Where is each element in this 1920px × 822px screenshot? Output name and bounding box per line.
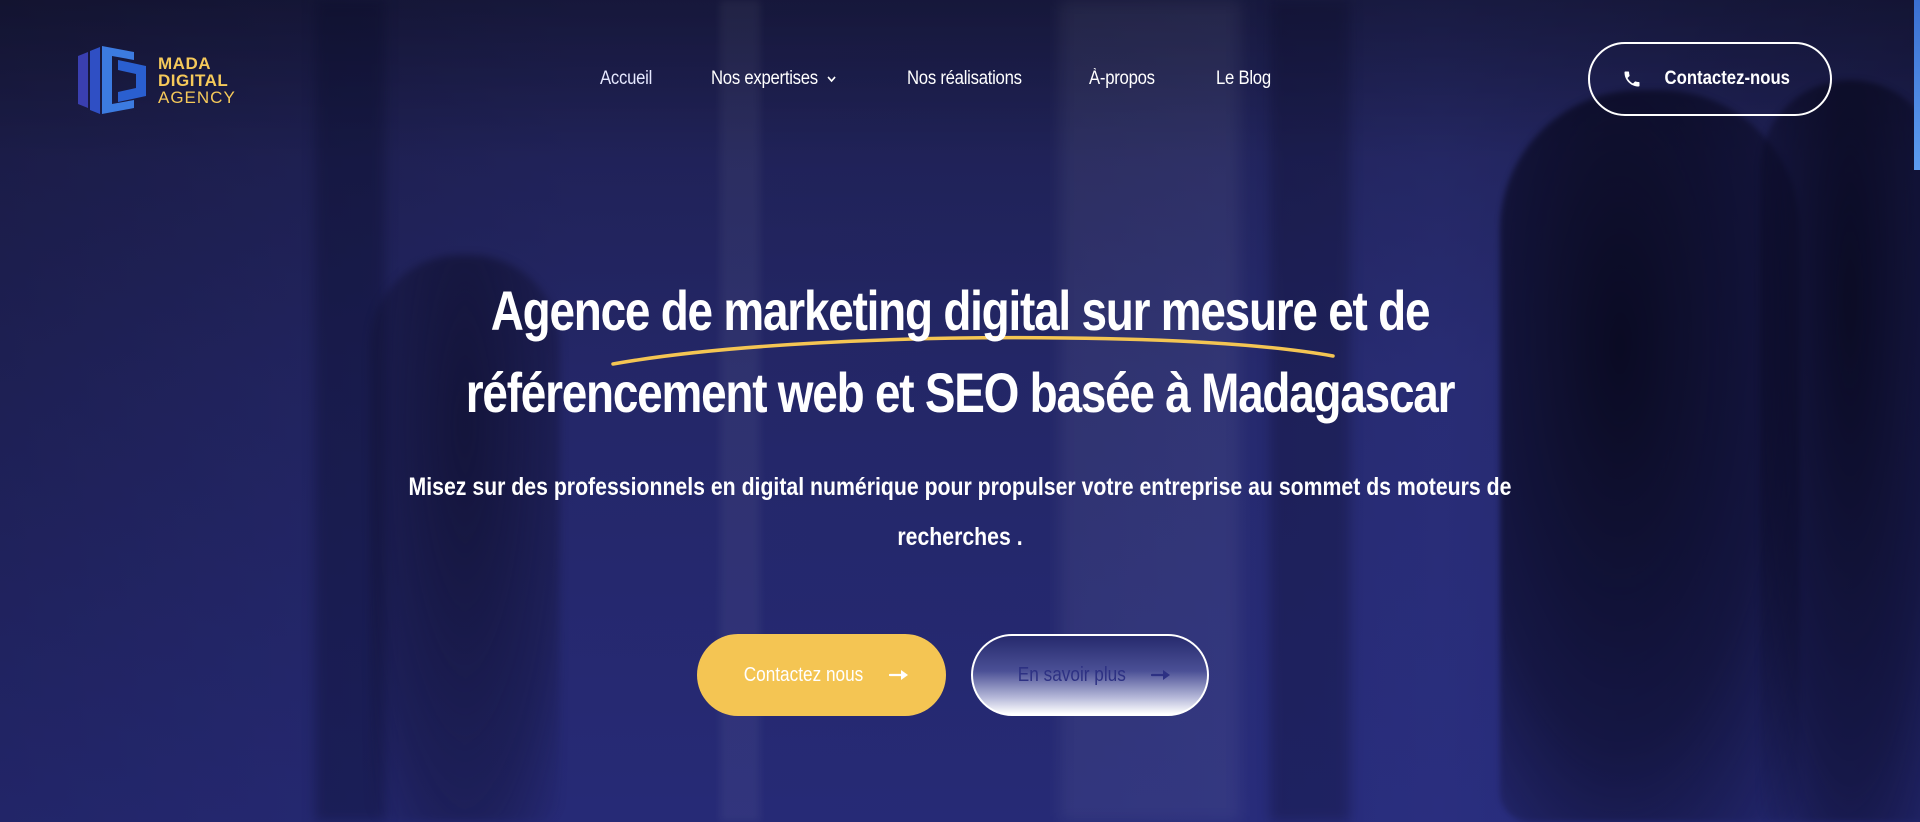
logo-text-line: AGENCY xyxy=(158,87,236,107)
hero-title-line: Agence de marketing digital sur mesure e… xyxy=(490,279,1431,342)
background-person-silhouette xyxy=(1760,80,1920,822)
main-nav: Accueil Nos expertises Nos réalisations … xyxy=(600,68,1330,90)
nav-item-accueil[interactable]: Accueil xyxy=(600,68,652,90)
contact-header-label: Contactez-nous xyxy=(1664,68,1790,89)
nav-item-label: Nos expertises xyxy=(711,68,819,89)
site-logo[interactable]: MADA DIGITAL AGENCY xyxy=(74,42,244,118)
contact-us-button[interactable]: Contactez nous xyxy=(697,634,946,716)
contact-header-button[interactable]: Contactez-nous xyxy=(1588,42,1832,116)
learn-more-button-label: En savoir plus xyxy=(1017,663,1127,686)
learn-more-button[interactable]: En savoir plus xyxy=(971,634,1209,716)
hero-subtitle: Misez sur des professionnels en digital … xyxy=(300,462,1620,562)
nav-item-label: Accueil xyxy=(600,68,653,89)
nav-item-nos-expertises[interactable]: Nos expertises xyxy=(711,68,837,90)
hero-title: Agence de marketing digital sur mesure e… xyxy=(280,270,1640,434)
logo-mark-icon xyxy=(78,46,146,114)
hero-title-line: référencement web et SEO basée à Madagas… xyxy=(465,361,1456,424)
chevron-down-icon xyxy=(828,76,837,83)
nav-item-label: Le Blog xyxy=(1215,68,1271,89)
hero-subtitle-line: recherches . xyxy=(897,523,1023,551)
background-person-silhouette xyxy=(1500,90,1800,822)
nav-item-nos-realisations[interactable]: Nos réalisations xyxy=(907,68,1022,90)
nav-item-label: À-propos xyxy=(1089,68,1155,89)
hero-section: MADA DIGITAL AGENCY Accueil Nos expertis… xyxy=(0,0,1920,822)
logo-text-line: MADA xyxy=(158,53,211,73)
phone-icon xyxy=(1624,71,1640,87)
nav-item-le-blog[interactable]: Le Blog xyxy=(1216,68,1271,90)
nav-item-a-propos[interactable]: À-propos xyxy=(1089,68,1155,90)
logo-wordmark: MADA DIGITAL AGENCY xyxy=(158,55,236,106)
site-header: MADA DIGITAL AGENCY Accueil Nos expertis… xyxy=(0,0,1920,160)
arrow-right-icon xyxy=(1150,670,1170,680)
arrow-right-icon xyxy=(888,670,908,680)
contact-us-button-label: Contactez nous xyxy=(743,663,864,686)
logo-text-line: DIGITAL xyxy=(158,70,229,90)
nav-item-label: Nos réalisations xyxy=(906,68,1022,89)
hero-subtitle-line: Misez sur des professionnels en digital … xyxy=(408,473,1512,501)
